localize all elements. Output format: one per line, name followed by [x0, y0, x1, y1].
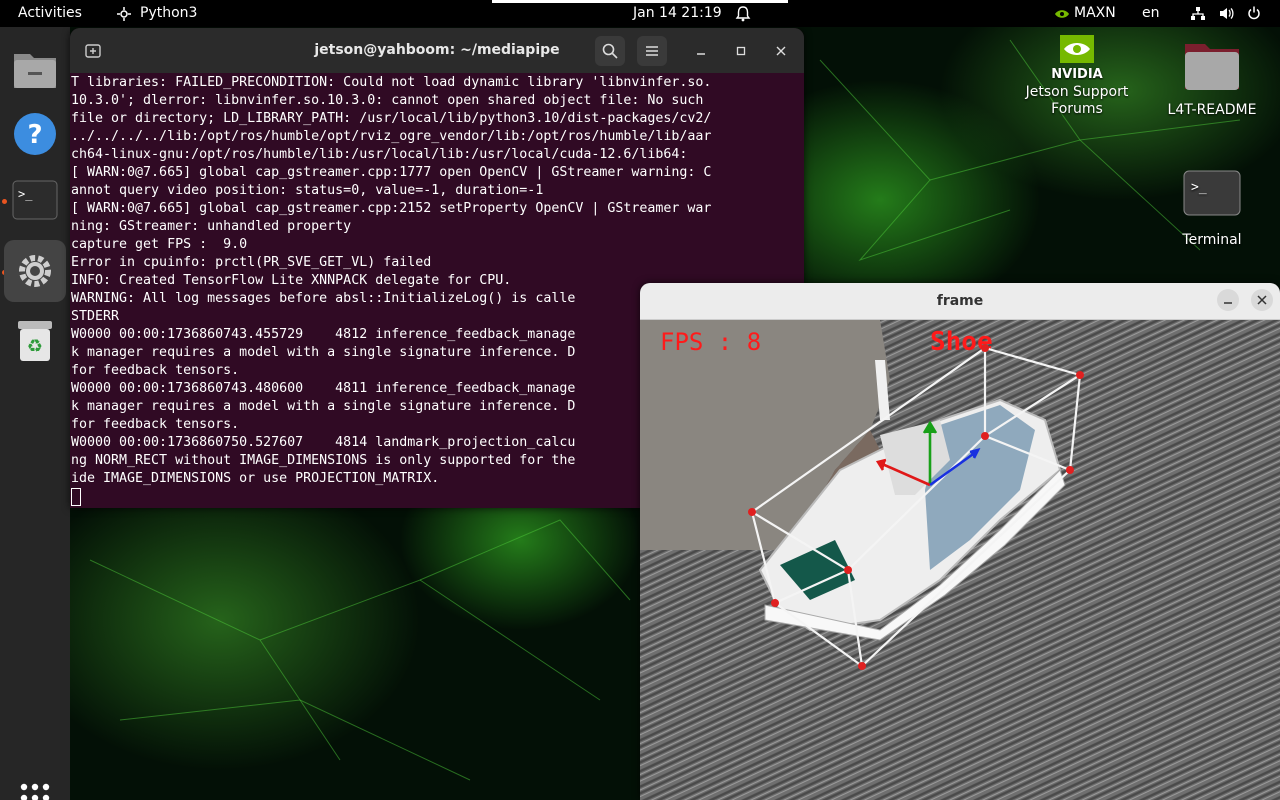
- search-button[interactable]: [595, 36, 625, 66]
- frame-titlebar[interactable]: frame: [640, 283, 1280, 320]
- clock[interactable]: Jan 14 21:19: [633, 0, 722, 27]
- app-menu[interactable]: Python3: [116, 0, 197, 27]
- help-icon: ?: [14, 113, 56, 155]
- top-bar: Activities Python3 Jan 14 21:19 MAXN en: [0, 0, 1280, 27]
- desktop-icon-label: Forums: [1051, 101, 1103, 117]
- desktop-icon-label: Jetson Support: [1025, 84, 1129, 100]
- terminal-line: [ WARN:0@7.665] global cap_gstreamer.cpp…: [71, 201, 712, 216]
- dock-settings[interactable]: [4, 240, 66, 302]
- terminal-line: 10.3.0'; dlerror: libnvinfer.so.10.3.0: …: [71, 93, 704, 108]
- desktop-icon-l4t-readme[interactable]: L4T-README: [1160, 38, 1264, 119]
- camera-frame: FPS : 8 Shoe: [640, 320, 1280, 800]
- terminal-cursor: [71, 488, 81, 506]
- frame-window[interactable]: frame FPS : 8 Shoe: [640, 283, 1280, 800]
- svg-text:?: ?: [27, 120, 42, 150]
- desktop-icon-label: L4T-README: [1167, 102, 1257, 118]
- python-app-icon: [117, 6, 131, 21]
- maximize-button[interactable]: [726, 36, 756, 66]
- dock-files[interactable]: [4, 37, 66, 99]
- power-mode-indicator[interactable]: MAXN: [1054, 0, 1116, 27]
- frame-close-button[interactable]: [1251, 289, 1273, 311]
- terminal-line: annot query video position: status=0, va…: [71, 183, 544, 198]
- power-mode-label: MAXN: [1074, 5, 1116, 21]
- frame-title: frame: [936, 293, 984, 309]
- terminal-line: [ WARN:0@7.665] global cap_gstreamer.cpp…: [71, 165, 712, 180]
- search-icon: [602, 43, 618, 59]
- maximize-icon: [736, 46, 746, 56]
- close-icon: [1257, 295, 1267, 305]
- activities-button[interactable]: Activities: [18, 0, 82, 27]
- settings-icon: [19, 255, 51, 287]
- terminal-line: ch64-linux-gnu:/opt/ros/humble/lib:/usr/…: [71, 147, 688, 162]
- dock-terminal[interactable]: >_: [4, 169, 66, 231]
- fps-overlay: FPS : 8: [660, 328, 761, 356]
- terminal-line: ../../../../lib:/opt/ros/humble/opt/rviz…: [71, 129, 712, 144]
- nvidia-eye-icon: [1055, 9, 1069, 18]
- svg-text:>_: >_: [1191, 180, 1207, 195]
- bell-icon[interactable]: [735, 0, 751, 27]
- terminal-icon: >_: [12, 180, 58, 220]
- new-tab-icon: [85, 44, 101, 58]
- language-indicator[interactable]: en: [1142, 0, 1160, 27]
- terminal-line: T libraries: FAILED_PRECONDITION: Could …: [71, 75, 712, 90]
- desktop-icon-terminal[interactable]: >_ Terminal: [1160, 170, 1264, 249]
- terminal-line: ning: GStreamer: unhandled property: [71, 219, 352, 234]
- desktop-icon-label: Terminal: [1182, 232, 1242, 248]
- folder-icon: [1185, 44, 1239, 90]
- minimize-button[interactable]: [686, 36, 716, 66]
- terminal-line: capture get FPS : 9.0: [71, 237, 248, 252]
- network-icon[interactable]: [1190, 0, 1206, 27]
- menu-button[interactable]: [637, 36, 667, 66]
- hamburger-icon: [646, 46, 658, 56]
- dock-help[interactable]: ?: [4, 103, 66, 165]
- terminal-line: file or directory; LD_LIBRARY_PATH: /usr…: [71, 111, 712, 126]
- svg-text:>_: >_: [18, 187, 33, 201]
- dock: ? >_ ♻: [0, 27, 70, 800]
- terminal-titlebar[interactable]: jetson@yahboom: ~/mediapipe: [70, 28, 804, 73]
- desktop-icon-jetson-forums[interactable]: NVIDIA Jetson Support Forums: [1020, 34, 1134, 118]
- svg-text:♻: ♻: [27, 336, 43, 357]
- app-grid-icon: [20, 783, 50, 800]
- minimize-icon: [1224, 302, 1232, 304]
- object-label-overlay: Shoe: [930, 327, 993, 357]
- power-icon[interactable]: [1246, 0, 1262, 27]
- trash-icon: ♻: [18, 321, 52, 361]
- show-apps-button[interactable]: [4, 767, 66, 800]
- terminal-line: Error in cpuinfo: prctl(PR_SVE_GET_VL) f…: [71, 255, 432, 270]
- close-button[interactable]: [766, 36, 796, 66]
- svg-text:NVIDIA: NVIDIA: [1051, 67, 1102, 80]
- frame-minimize-button[interactable]: [1217, 289, 1239, 311]
- files-icon: [14, 54, 56, 88]
- app-name: Python3: [140, 5, 198, 21]
- minimize-icon: [697, 53, 705, 55]
- nvidia-logo-icon: NVIDIA: [1051, 35, 1103, 82]
- volume-icon[interactable]: [1218, 0, 1234, 27]
- new-tab-button[interactable]: [78, 36, 108, 66]
- dock-trash[interactable]: ♻: [4, 310, 66, 372]
- terminal-icon: >_: [1183, 170, 1241, 216]
- close-icon: [776, 46, 786, 56]
